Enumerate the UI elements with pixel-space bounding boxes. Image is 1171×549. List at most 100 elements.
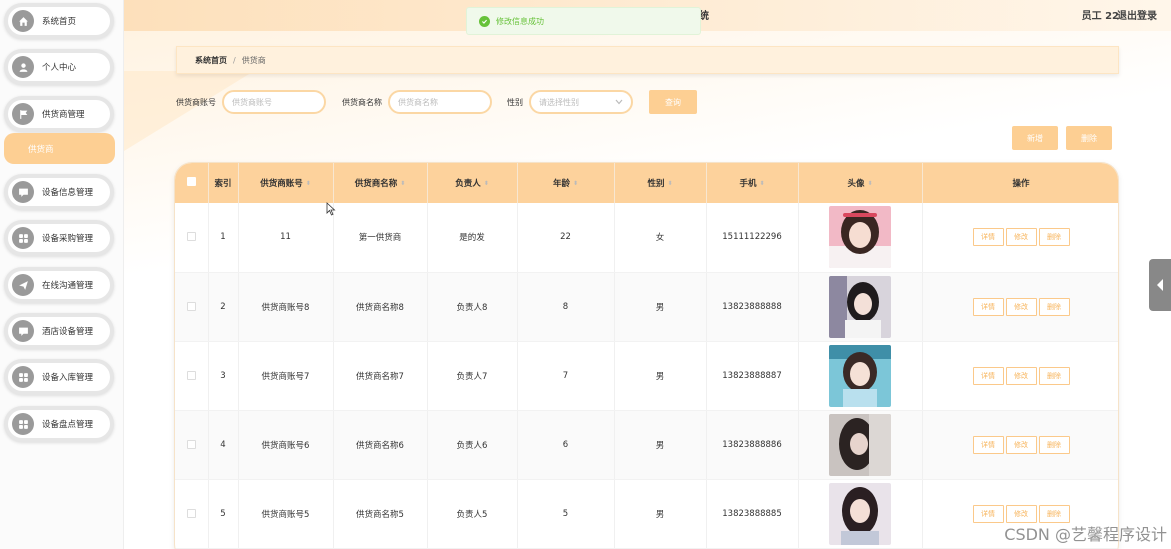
table-row: 4 供货商账号6 供货商名称6 负责人6 6 男 13823888886 详情修… [175,410,1118,480]
sidebar-item-device-info[interactable]: 设备信息管理 [4,174,114,210]
query-button[interactable]: 查询 [649,90,697,114]
edit-button[interactable]: 修改 [1005,435,1037,454]
detail-button[interactable]: 详情 [972,297,1004,316]
detail-button[interactable]: 详情 [972,228,1004,247]
cell-phone: 15111122296 [706,203,799,273]
mouse-cursor-icon [326,202,336,216]
cell-gender: 男 [614,272,707,342]
delete-button[interactable]: 删除 [1038,435,1070,454]
edit-button[interactable]: 修改 [1005,504,1037,523]
sidebar-item-hotel-device[interactable]: 酒店设备管理 [4,313,114,349]
breadcrumb-current: 供货商 [241,55,266,65]
cell-name: 第一供货商 [333,203,428,273]
avatar[interactable] [829,344,891,407]
detail-button[interactable]: 详情 [972,435,1004,454]
sidebar-item-device-purchase[interactable]: 设备采购管理 [4,220,114,256]
detail-button[interactable]: 详情 [972,504,1004,523]
supplier-name-input[interactable]: 供货商名称 [388,90,492,114]
sidebar-item-supplier-management[interactable]: 供货商管理 [4,96,114,132]
main-content: 系统首页 / 供货商 供货商账号 供货商账号 供货商名称 供货商名称 性别 请选… [124,31,1171,549]
cell-index: 2 [208,272,239,342]
avatar[interactable] [829,275,891,338]
edit-button[interactable]: 修改 [1005,366,1037,385]
cell-account: 供货商账号7 [238,341,334,411]
send-icon [12,274,34,296]
edit-button[interactable]: 修改 [1005,228,1037,247]
table-row: 5 供货商账号5 供货商名称5 负责人5 5 男 13823888885 详情修… [175,479,1118,549]
flag-icon [12,103,34,125]
sidebar-item-label: 设备盘点管理 [42,420,94,430]
sidebar-item-label: 酒店设备管理 [42,327,94,337]
column-header-name[interactable]: 供货商名称 ⬍ [333,163,428,203]
grid-icon [12,366,34,388]
collapse-panel-tab[interactable] [1149,259,1171,311]
chat-icon [12,320,34,342]
delete-button[interactable]: 删除 [1038,297,1070,316]
delete-button[interactable]: 删除 [1038,504,1070,523]
sort-icon: ⬍ [305,180,311,187]
cell-manager: 负责人8 [427,272,518,342]
supplier-table: 索引 供货商账号 ⬍ 供货商名称 ⬍ 负责人 ⬍ 年龄 ⬍ 性别 ⬍ 手机 ⬍ 头像 ⬍ 操作… [174,162,1119,549]
cell-manager: 是的发 [427,203,518,273]
column-header-manager[interactable]: 负责人 ⬍ [427,163,518,203]
row-checkbox[interactable] [186,439,196,449]
avatar[interactable] [829,206,891,269]
gender-label: 性别 [507,97,523,107]
cell-phone: 13823888886 [706,410,799,480]
table-header-row: 索引 供货商账号 ⬍ 供货商名称 ⬍ 负责人 ⬍ 年龄 ⬍ 性别 ⬍ 手机 ⬍ 头像 ⬍ 操作 [175,163,1118,203]
row-checkbox[interactable] [186,301,196,311]
sidebar-item-home[interactable]: 系统首页 [4,3,114,39]
supplier-account-input[interactable]: 供货商账号 [222,90,326,114]
current-user: 员工 22 [1081,11,1119,22]
sidebar-item-label: 设备入库管理 [42,373,94,383]
sidebar-item-label: 设备信息管理 [42,188,94,198]
column-header-avatar[interactable]: 头像 ⬍ [798,163,923,203]
name-label: 供货商名称 [342,97,382,107]
cell-age: 7 [517,341,615,411]
sidebar-item-label: 供货商管理 [42,110,85,120]
select-all-checkbox[interactable] [175,163,209,203]
sidebar-item-label: 系统首页 [42,17,77,27]
breadcrumb-home[interactable]: 系统首页 [195,55,227,66]
cell-name: 供货商名称6 [333,410,428,480]
cell-age: 22 [517,203,615,273]
column-header-index: 索引 [208,163,239,203]
cell-index: 4 [208,410,239,480]
sort-icon: ⬍ [867,180,873,187]
cell-account: 供货商账号5 [238,479,334,549]
gender-select[interactable]: 请选择性别 [529,90,633,114]
avatar[interactable] [829,413,891,476]
cell-name: 供货商名称8 [333,272,428,342]
sidebar-item-profile[interactable]: 个人中心 [4,49,114,85]
column-header-account[interactable]: 供货商账号 ⬍ [238,163,334,203]
edit-button[interactable]: 修改 [1005,297,1037,316]
row-checkbox[interactable] [186,370,196,380]
grid-icon [12,227,34,249]
cell-phone: 13823888887 [706,341,799,411]
row-checkbox[interactable] [186,508,196,518]
detail-button[interactable]: 详情 [972,366,1004,385]
chat-icon [12,181,34,203]
sidebar-item-device-stock-in[interactable]: 设备入库管理 [4,359,114,395]
logout-link[interactable]: 退出登录 [1117,7,1157,22]
column-header-gender[interactable]: 性别 ⬍ [614,163,707,203]
home-icon [12,10,34,32]
sidebar-item-online-chat[interactable]: 在线沟通管理 [4,267,114,303]
add-button[interactable]: 新增 [1012,126,1058,150]
sort-icon: ⬍ [759,180,765,187]
batch-delete-button[interactable]: 删除 [1066,126,1112,150]
sidebar-item-label: 设备采购管理 [42,234,94,244]
cell-gender: 男 [614,341,707,411]
column-header-age[interactable]: 年龄 ⬍ [517,163,615,203]
table-row: 3 供货商账号7 供货商名称7 负责人7 7 男 13823888887 详情修… [175,341,1118,411]
delete-button[interactable]: 删除 [1038,228,1070,247]
avatar[interactable] [829,482,891,545]
column-header-phone[interactable]: 手机 ⬍ [706,163,799,203]
delete-button[interactable]: 删除 [1038,366,1070,385]
sidebar-subitem-label: 供货商 [28,144,54,155]
sidebar-subitem-supplier[interactable]: 供货商 [4,133,115,164]
cell-gender: 女 [614,203,707,273]
row-checkbox[interactable] [186,232,196,242]
sort-icon: ⬍ [400,180,406,187]
sidebar-item-device-inventory[interactable]: 设备盘点管理 [4,406,114,442]
